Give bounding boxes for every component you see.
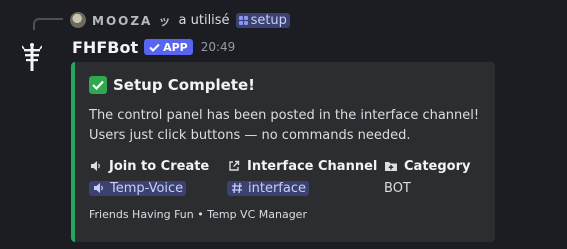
category-value: BOT [384,180,411,196]
embed-card: Setup Complete! The control panel has be… [71,62,495,242]
embed-description: The control panel has been posted in the… [89,106,481,146]
channel-mention-temp-voice[interactable]: Temp-Voice [89,180,187,196]
field-name-text: Join to Create [109,158,210,174]
message-header: FHFBot APP 20:49 [72,36,235,58]
message-timestamp[interactable]: 20:49 [201,40,236,54]
embed-description-line: Users just click buttons — no commands n… [89,128,411,143]
slash-command-name: setup [250,12,287,28]
field-name-text: Interface Channel [247,158,378,174]
channel-mention-label: interface [248,180,306,196]
field-interface-channel: Interface Channel interface [227,156,384,198]
field-name-text: Category [404,158,471,174]
app-badge: APP [144,39,193,55]
speaker-icon [92,181,106,195]
apps-grid-icon [238,15,248,25]
reply-username[interactable]: MOOZA ッ [92,12,173,29]
speaker-icon [89,159,103,173]
field-value: interface [227,178,384,198]
reply-user-avatar[interactable] [70,12,86,28]
field-value: BOT [384,178,470,198]
verified-check-icon [149,43,160,52]
bot-logo-icon [21,43,43,71]
folder-plus-icon [384,159,398,173]
channel-mention-label: Temp-Voice [110,180,184,196]
channel-mention-interface[interactable]: interface [227,180,309,196]
reply-context[interactable]: MOOZA ッ a utilisé setup [70,10,290,30]
field-name: Category [384,156,470,176]
embed-footer: Friends Having Fun • Temp VC Manager [89,208,307,221]
external-link-icon [227,159,241,173]
field-category: Category BOT [384,156,470,198]
reply-connector-line [33,18,63,30]
field-name: Join to Create [89,156,227,176]
field-join-to-create: Join to Create Temp-Voice [89,156,227,198]
app-badge-label: APP [163,40,188,54]
check-mark-icon [89,76,107,94]
bot-name[interactable]: FHFBot [72,38,138,57]
embed-fields: Join to Create Temp-Voice Interface Chan… [89,156,481,198]
embed-title: Setup Complete! [89,74,481,96]
slash-command-chip[interactable]: setup [235,12,290,28]
reply-action-text: a utilisé [178,12,230,28]
embed-title-text: Setup Complete! [113,76,255,94]
field-value: Temp-Voice [89,178,227,198]
bot-avatar[interactable] [21,42,43,74]
hash-icon [230,181,244,195]
embed-description-line: The control panel has been posted in the… [89,108,480,123]
field-name: Interface Channel [227,156,384,176]
